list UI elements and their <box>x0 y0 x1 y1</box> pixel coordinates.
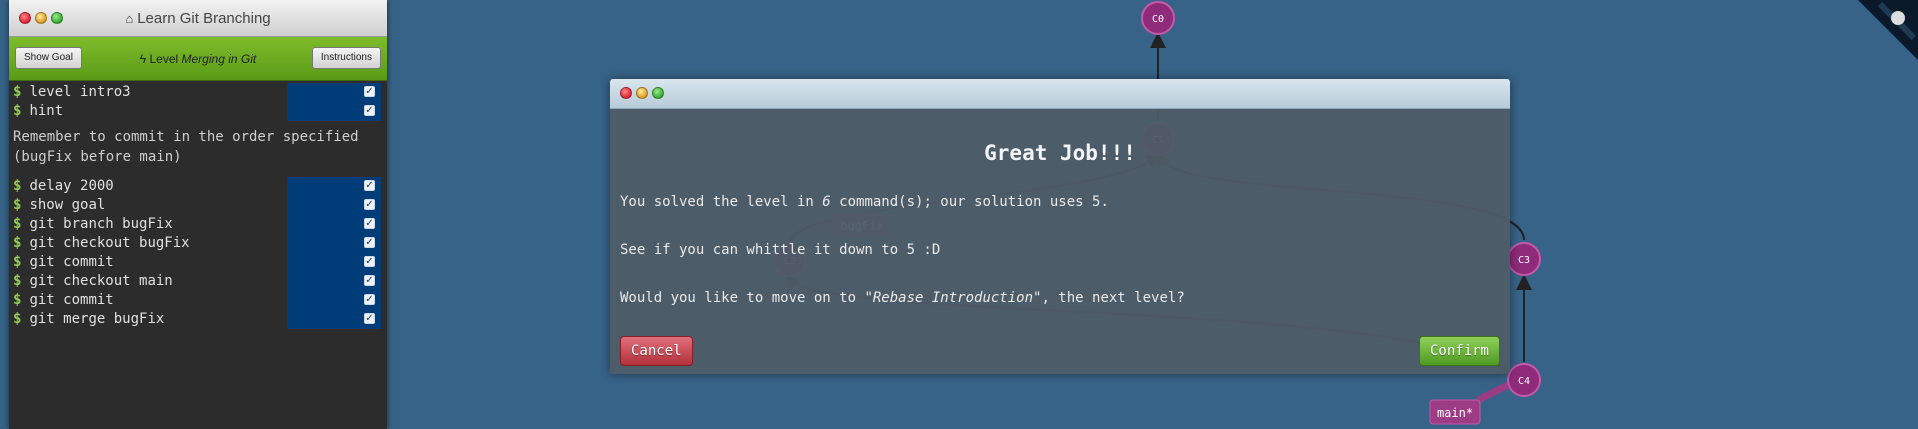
command-text: git checkout bugFix <box>29 235 190 251</box>
solution-summary: You solved the level in 6 command(s); ou… <box>620 194 1109 210</box>
terminal-window: ⌂ Learn Git Branching Show Goal ϟ Level M… <box>9 0 387 429</box>
prompt-symbol: $ <box>13 103 22 119</box>
command-row: $ delay 2000 ✓ <box>9 177 387 196</box>
prompt-symbol: $ <box>13 216 22 232</box>
dialog-window-controls <box>620 87 664 99</box>
next-level-prompt: Would you like to move on to "Rebase Int… <box>620 290 1185 306</box>
command-row: $ git commit ✓ <box>9 253 387 272</box>
command-text: hint <box>29 103 64 119</box>
prompt-symbol: $ <box>13 235 22 251</box>
command-text: delay 2000 <box>29 178 114 194</box>
prompt-prefix: Would you like to move on to <box>620 290 865 306</box>
commit-label: C0 <box>1152 14 1164 25</box>
fork-ribbon-icon[interactable] <box>1858 0 1918 60</box>
cancel-button[interactable]: Cancel <box>620 336 693 366</box>
commit-c0[interactable]: C0 <box>1141 1 1175 35</box>
status-cell: ✓ <box>287 291 381 310</box>
level-complete-dialog: Great Job!!! You solved the level in 6 c… <box>610 79 1510 374</box>
command-row: $ hint ✓ <box>9 102 387 121</box>
checkmark-icon: ✓ <box>364 105 375 116</box>
level-name: Merging in Git <box>181 52 257 66</box>
checkmark-icon: ✓ <box>364 237 375 248</box>
commit-label: C3 <box>1518 255 1530 266</box>
command-row: $ level intro3 ✓ <box>9 83 387 102</box>
minimize-dialog-button[interactable] <box>636 87 648 99</box>
command-count: 6 <box>822 194 831 210</box>
whittle-hint: See if you can whittle it down to 5 :D <box>620 242 941 258</box>
command-text: git merge bugFix <box>29 311 165 327</box>
window-title-text: Learn Git Branching <box>137 10 271 27</box>
summary-prefix: You solved the level in <box>620 194 823 210</box>
commit-c3[interactable]: C3 <box>1507 242 1541 276</box>
next-level-name: "Rebase Introduction" <box>864 290 1042 306</box>
checkmark-icon: ✓ <box>364 294 375 305</box>
status-cell: ✓ <box>287 234 381 253</box>
prompt-suffix: , the next level? <box>1041 290 1185 306</box>
checkmark-icon: ✓ <box>364 275 375 286</box>
status-cell: ✓ <box>287 196 381 215</box>
prompt-symbol: $ <box>13 178 22 194</box>
command-text: git commit <box>29 292 114 308</box>
command-text: git commit <box>29 254 114 270</box>
command-row: $ git commit ✓ <box>9 291 387 310</box>
command-row: $ git checkout main ✓ <box>9 272 387 291</box>
status-cell: ✓ <box>287 177 381 196</box>
maximize-dialog-button[interactable] <box>652 87 664 99</box>
command-row: $ show goal ✓ <box>9 196 387 215</box>
status-cell: ✓ <box>287 272 381 291</box>
checkmark-icon: ✓ <box>364 199 375 210</box>
command-text: git branch bugFix <box>29 216 173 232</box>
command-text: git checkout main <box>29 273 173 289</box>
status-cell: ✓ <box>287 215 381 234</box>
lightning-icon: ϟ <box>139 52 147 66</box>
prompt-symbol: $ <box>13 311 22 327</box>
checkmark-icon: ✓ <box>364 256 375 267</box>
summary-suffix: command(s); our solution uses 5. <box>830 194 1109 210</box>
command-text: show goal <box>29 197 106 213</box>
commit-label: C4 <box>1518 376 1530 387</box>
status-cell: ✓ <box>287 83 381 102</box>
command-row: $ git branch bugFix ✓ <box>9 215 387 234</box>
status-cell: ✓ <box>287 310 381 329</box>
status-cell: ✓ <box>287 102 381 121</box>
prompt-symbol: $ <box>13 84 22 100</box>
checkmark-icon: ✓ <box>364 313 375 324</box>
command-row: $ git merge bugFix ✓ <box>9 310 387 329</box>
command-history: $ level intro3 ✓ $ hint ✓ <box>9 81 387 121</box>
terminal-titlebar: ⌂ Learn Git Branching <box>9 0 387 37</box>
command-row: $ git checkout bugFix ✓ <box>9 234 387 253</box>
level-toolbar: Show Goal ϟ Level Merging in Git Instruc… <box>9 37 387 81</box>
home-icon: ⌂ <box>125 11 134 26</box>
prompt-symbol: $ <box>13 292 22 308</box>
dialog-titlebar <box>610 79 1510 109</box>
branch-main[interactable]: main* <box>1429 381 1510 425</box>
close-dialog-button[interactable] <box>620 87 632 99</box>
prompt-symbol: $ <box>13 254 22 270</box>
commit-c4[interactable]: C4 <box>1507 363 1541 397</box>
prompt-symbol: $ <box>13 273 22 289</box>
instructions-button[interactable]: Instructions <box>311 47 381 69</box>
level-prefix: Level <box>149 52 179 66</box>
confirm-button[interactable]: Confirm <box>1418 336 1500 366</box>
branch-label: main* <box>1437 406 1473 420</box>
window-title: ⌂ Learn Git Branching <box>9 10 387 27</box>
command-text: level intro3 <box>29 84 131 100</box>
prompt-symbol: $ <box>13 197 22 213</box>
checkmark-icon: ✓ <box>364 218 375 229</box>
dialog-heading: Great Job!!! <box>984 141 1136 165</box>
checkmark-icon: ✓ <box>364 86 375 97</box>
checkmark-icon: ✓ <box>364 180 375 191</box>
status-cell: ✓ <box>287 253 381 272</box>
hint-message: Remember to commit in the order specifie… <box>13 129 368 165</box>
command-history: $ delay 2000 ✓ $ show goal ✓ $ git branch bug… <box>9 175 387 329</box>
